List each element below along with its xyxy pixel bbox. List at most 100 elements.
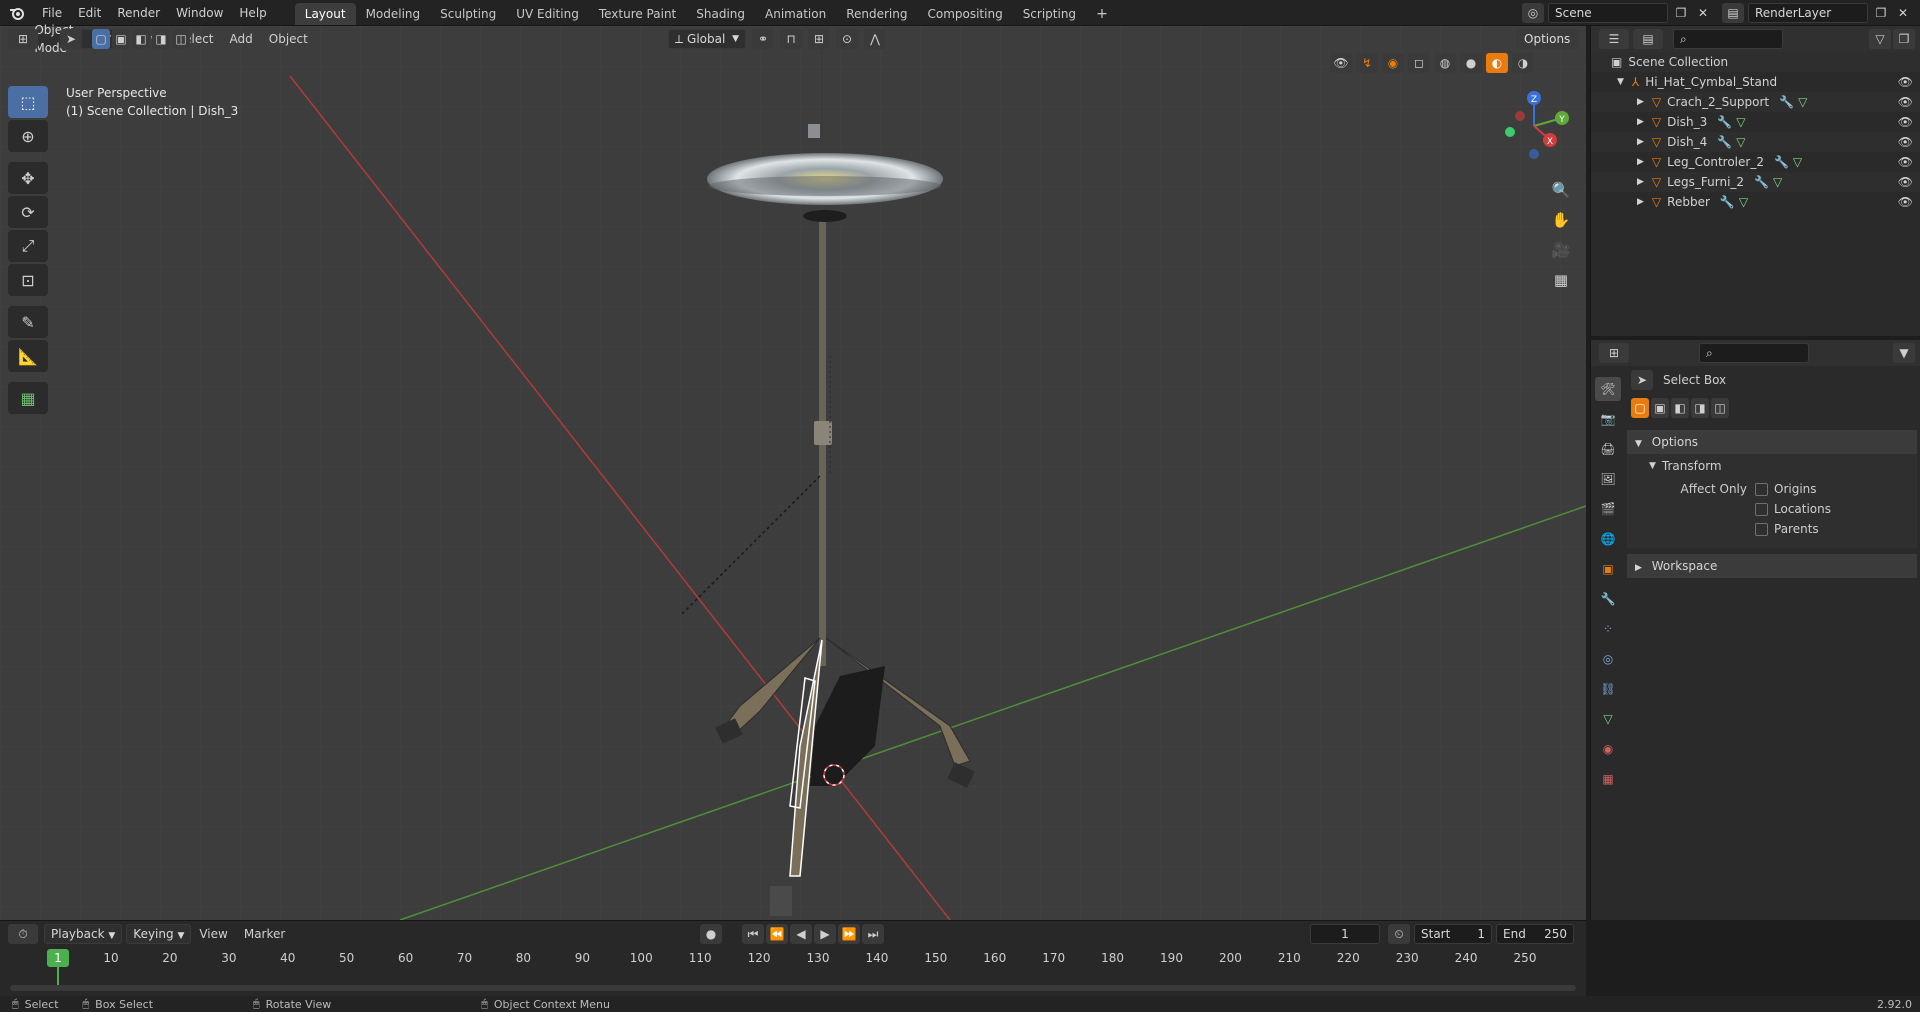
viewport-menu-object[interactable]: Object — [261, 26, 316, 52]
ortho-grid-icon[interactable]: ▦ — [1546, 266, 1576, 294]
expand-arrow-icon[interactable]: ▶ — [1637, 92, 1644, 112]
select-box-tool-icon[interactable]: ⬚ — [8, 86, 48, 118]
next-keyframe-icon[interactable]: ⏩ — [838, 924, 860, 944]
transform-tool-icon[interactable]: ⊡ — [8, 264, 48, 296]
expand-arrow-icon[interactable]: ▼ — [1617, 72, 1624, 92]
rotate-tool-icon[interactable]: ⟳ — [8, 196, 48, 228]
tree-row-object[interactable]: ▶ ▽ Crach_2_Support 🔧 ▽ 👁 — [1591, 92, 1920, 112]
menu-window[interactable]: Window — [168, 0, 231, 26]
annotate-tool-icon[interactable]: ✎ — [8, 306, 48, 338]
playhead[interactable]: 1 — [47, 949, 69, 967]
outliner-editor-icon[interactable]: ☰ — [1599, 29, 1629, 49]
select-tool-icon[interactable]: ➤ — [60, 29, 82, 49]
select-new-icon[interactable]: ▢ — [92, 29, 110, 49]
locations-checkbox[interactable]: Locations — [1755, 502, 1831, 516]
material-shading-icon[interactable]: ◐ — [1486, 53, 1508, 73]
origins-checkbox[interactable]: Origins — [1755, 482, 1817, 496]
tree-row-object[interactable]: ▶ ▽ Dish_4 🔧 ▽ 👁 — [1591, 132, 1920, 152]
add-workspace-button[interactable]: + — [1086, 3, 1118, 25]
tab-sculpting[interactable]: Sculpting — [430, 3, 506, 25]
mode-subtract-icon[interactable]: ◧ — [1671, 398, 1689, 418]
tree-row-collection[interactable]: ▼ ⅄ Hi_Hat_Cymbal_Stand 👁 — [1591, 72, 1920, 92]
properties-editor-icon[interactable]: ⊞ — [1599, 343, 1629, 363]
wireframe-shading-icon[interactable]: ◍ — [1434, 53, 1456, 73]
world-tab-icon[interactable]: 🌐 — [1595, 527, 1621, 551]
expand-arrow-icon[interactable]: ▶ — [1637, 172, 1644, 192]
camera-view-icon[interactable]: 🎥 — [1546, 236, 1576, 264]
scale-tool-icon[interactable]: ⤢ — [8, 230, 48, 262]
visibility-eye-icon[interactable]: 👁 — [1898, 152, 1913, 172]
pivot-icon[interactable]: ⚭ — [752, 29, 774, 49]
renderlayer-name-field[interactable]: RenderLayer — [1748, 3, 1868, 23]
visibility-eye-icon[interactable]: 👁 — [1898, 172, 1913, 192]
options-button[interactable]: Options — [1516, 29, 1579, 49]
options-panel-header[interactable]: ▼ Options — [1627, 430, 1917, 454]
physics-tab-icon[interactable]: ◎ — [1595, 647, 1621, 671]
start-frame-field[interactable]: Start 1 — [1414, 924, 1492, 944]
workspace-panel-header[interactable]: ▶ Workspace — [1627, 554, 1917, 578]
view-layer-tab-icon[interactable]: 🖼 — [1595, 467, 1621, 491]
tab-uv-editing[interactable]: UV Editing — [506, 3, 589, 25]
texture-tab-icon[interactable]: ▦ — [1595, 767, 1621, 791]
timeline-ruler[interactable]: 1 10 20 30 40 50 60 70 80 90 100 110 120 130 140 150 16… — [0, 947, 1586, 997]
editor-type-icon[interactable]: ⊞ — [8, 29, 38, 49]
pan-hand-icon[interactable]: ✋ — [1546, 206, 1576, 234]
gizmo-toggle-icon[interactable]: ↯ — [1356, 53, 1378, 73]
cursor-tool-icon[interactable]: ⊕ — [8, 120, 48, 152]
options-dropdown[interactable]: Options — [1516, 29, 1579, 49]
mode-new-icon[interactable]: ▢ — [1631, 398, 1649, 418]
tree-row-scene-collection[interactable]: ▣ Scene Collection — [1591, 52, 1920, 72]
menu-help[interactable]: Help — [231, 0, 274, 26]
add-cube-tool-icon[interactable]: ▦ — [8, 382, 48, 414]
keying-dropdown[interactable]: Keying ▼ — [126, 924, 192, 944]
expand-arrow-icon[interactable]: ▶ — [1637, 152, 1644, 172]
xray-icon[interactable]: ◻ — [1408, 53, 1430, 73]
scene-copy-icon[interactable]: ❐ — [1670, 3, 1692, 23]
select-invert-icon[interactable]: ◨ — [152, 29, 170, 49]
particles-tab-icon[interactable]: ⁘ — [1595, 617, 1621, 641]
scene-close-icon[interactable]: ✕ — [1692, 3, 1714, 23]
transform-subpanel-header[interactable]: ▼ Transform — [1627, 454, 1917, 478]
tree-row-object[interactable]: ▶ ▽ Legs_Furni_2 🔧 ▽ 👁 — [1591, 172, 1920, 192]
playback-dropdown[interactable]: Playback ▼ — [44, 924, 123, 944]
modifier-tab-icon[interactable]: 🔧 — [1595, 587, 1621, 611]
timeline-editor-icon[interactable]: ⏱ — [8, 924, 38, 944]
checkbox-box[interactable] — [1755, 522, 1768, 536]
scene-selector[interactable]: ◎ Scene ❐ ✕ — [1522, 3, 1714, 23]
tool-tab-icon[interactable]: 🛠 — [1595, 377, 1621, 401]
visibility-eye-icon[interactable]: 👁 — [1898, 132, 1913, 152]
select-subtract-icon[interactable]: ◧ — [132, 29, 150, 49]
checkbox-box[interactable] — [1755, 482, 1768, 496]
tab-compositing[interactable]: Compositing — [917, 3, 1012, 25]
tree-row-object[interactable]: ▶ ▽ Rebber 🔧 ▽ 👁 — [1591, 192, 1920, 212]
play-reverse-icon[interactable]: ◀ — [790, 924, 812, 944]
checkbox-box[interactable] — [1755, 502, 1768, 516]
timeline-menu-view[interactable]: View — [191, 921, 235, 947]
timeline-menu-marker[interactable]: Marker — [236, 921, 293, 947]
renderlayer-close-icon[interactable]: ✕ — [1892, 3, 1914, 23]
proportional-edit-icon[interactable]: ⊙ — [836, 29, 858, 49]
filter-icon[interactable]: ▽ — [1869, 29, 1891, 49]
display-mode-icon[interactable]: ▤ — [1633, 29, 1663, 49]
tab-shading[interactable]: Shading — [686, 3, 755, 25]
tab-scripting[interactable]: Scripting — [1013, 3, 1086, 25]
select-intersect-icon[interactable]: ◫ — [172, 29, 190, 49]
tree-row-object[interactable]: ▶ ▽ Dish_3 🔧 ▽ 👁 — [1591, 112, 1920, 132]
tab-layout[interactable]: Layout — [294, 2, 356, 25]
current-frame-field[interactable]: 1 — [1310, 924, 1380, 944]
3d-viewport[interactable] — [0, 26, 1586, 920]
record-icon[interactable]: ● — [700, 924, 722, 944]
jump-end-icon[interactable]: ⏭ — [862, 924, 884, 944]
navigation-gizmo[interactable]: Z Y X — [1496, 86, 1576, 166]
select-extend-icon[interactable]: ▣ — [112, 29, 130, 49]
expand-arrow-icon[interactable]: ▶ — [1637, 192, 1644, 212]
visibility-icon[interactable]: 👁 — [1330, 53, 1352, 73]
overlay-icon[interactable]: ◉ — [1382, 53, 1404, 73]
renderlayer-selector[interactable]: ▤ RenderLayer ❐ ✕ — [1722, 3, 1914, 23]
render-tab-icon[interactable]: 📷 — [1595, 407, 1621, 431]
properties-options-icon[interactable]: ▼ — [1893, 343, 1915, 363]
visibility-eye-icon[interactable]: 👁 — [1898, 92, 1913, 112]
preview-range-icon[interactable]: ⏲ — [1388, 924, 1410, 944]
move-tool-icon[interactable]: ✥ — [8, 162, 48, 194]
properties-search-input[interactable]: ⌕ — [1699, 343, 1809, 363]
